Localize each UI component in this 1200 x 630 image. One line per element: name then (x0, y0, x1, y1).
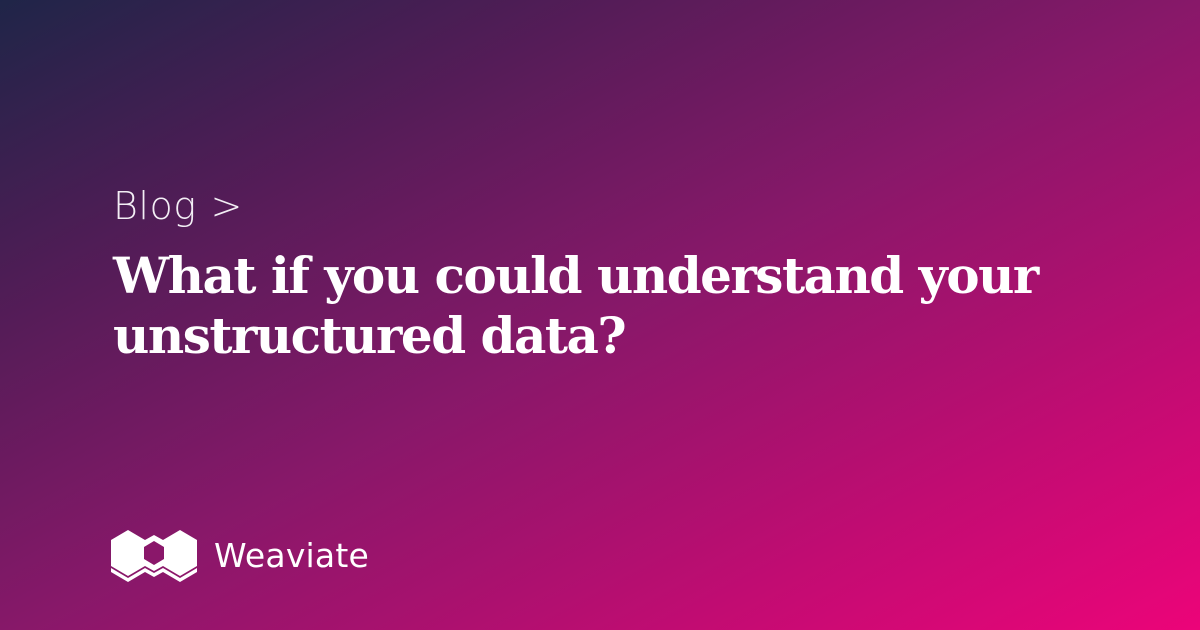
breadcrumb-blog-link[interactable]: Blog (113, 184, 197, 228)
social-card: Blog > What if you could understand your … (0, 0, 1200, 630)
weaviate-logo: Weaviate (111, 530, 369, 582)
breadcrumb-separator: > (210, 184, 243, 228)
breadcrumb: Blog > (113, 180, 243, 232)
weaviate-logo-icon (111, 530, 197, 582)
page-title: What if you could understand your unstru… (113, 246, 1039, 365)
logo-wordmark: Weaviate (214, 536, 369, 575)
